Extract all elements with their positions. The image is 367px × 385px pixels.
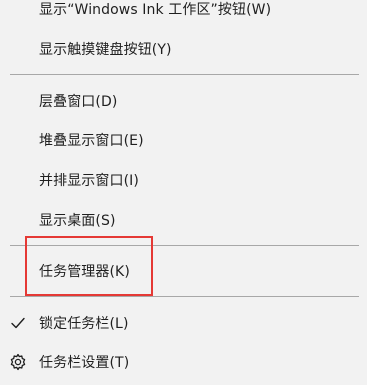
menu-separator (10, 296, 359, 297)
menu-item-label: 层叠窗口(D) (39, 94, 118, 110)
taskbar-context-menu: 显示“Windows Ink 工作区”按钮(W) 显示触摸键盘按钮(Y) 层叠窗… (0, 0, 367, 385)
menu-item-side-by-side-windows[interactable]: 并排显示窗口(I) (0, 163, 367, 197)
menu-item-label: 显示触摸键盘按钮(Y) (39, 42, 172, 58)
menu-item-label: 显示“Windows Ink 工作区”按钮(W) (39, 2, 272, 18)
menu-item-task-manager[interactable]: 任务管理器(K) (0, 254, 367, 288)
menu-item-label: 任务管理器(K) (39, 264, 130, 280)
menu-item-lock-taskbar[interactable]: 锁定任务栏(L) (0, 306, 367, 340)
menu-item-label: 锁定任务栏(L) (39, 316, 129, 332)
menu-separator (10, 245, 359, 246)
menu-item-show-windows-ink-button[interactable]: 显示“Windows Ink 工作区”按钮(W) (0, 0, 367, 26)
menu-separator (10, 74, 359, 75)
menu-item-label: 并排显示窗口(I) (39, 173, 139, 189)
menu-item-show-desktop[interactable]: 显示桌面(S) (0, 203, 367, 237)
menu-item-stack-windows[interactable]: 堆叠显示窗口(E) (0, 123, 367, 157)
menu-item-label: 显示桌面(S) (39, 213, 116, 229)
menu-item-taskbar-settings[interactable]: 任务栏设置(T) (0, 345, 367, 379)
menu-item-cascade-windows[interactable]: 层叠窗口(D) (0, 84, 367, 118)
menu-item-label: 堆叠显示窗口(E) (39, 133, 144, 149)
menu-item-show-touch-keyboard-button[interactable]: 显示触摸键盘按钮(Y) (0, 32, 367, 66)
gear-icon (9, 353, 27, 371)
checkmark-icon (9, 314, 27, 332)
menu-item-label: 任务栏设置(T) (39, 355, 130, 371)
